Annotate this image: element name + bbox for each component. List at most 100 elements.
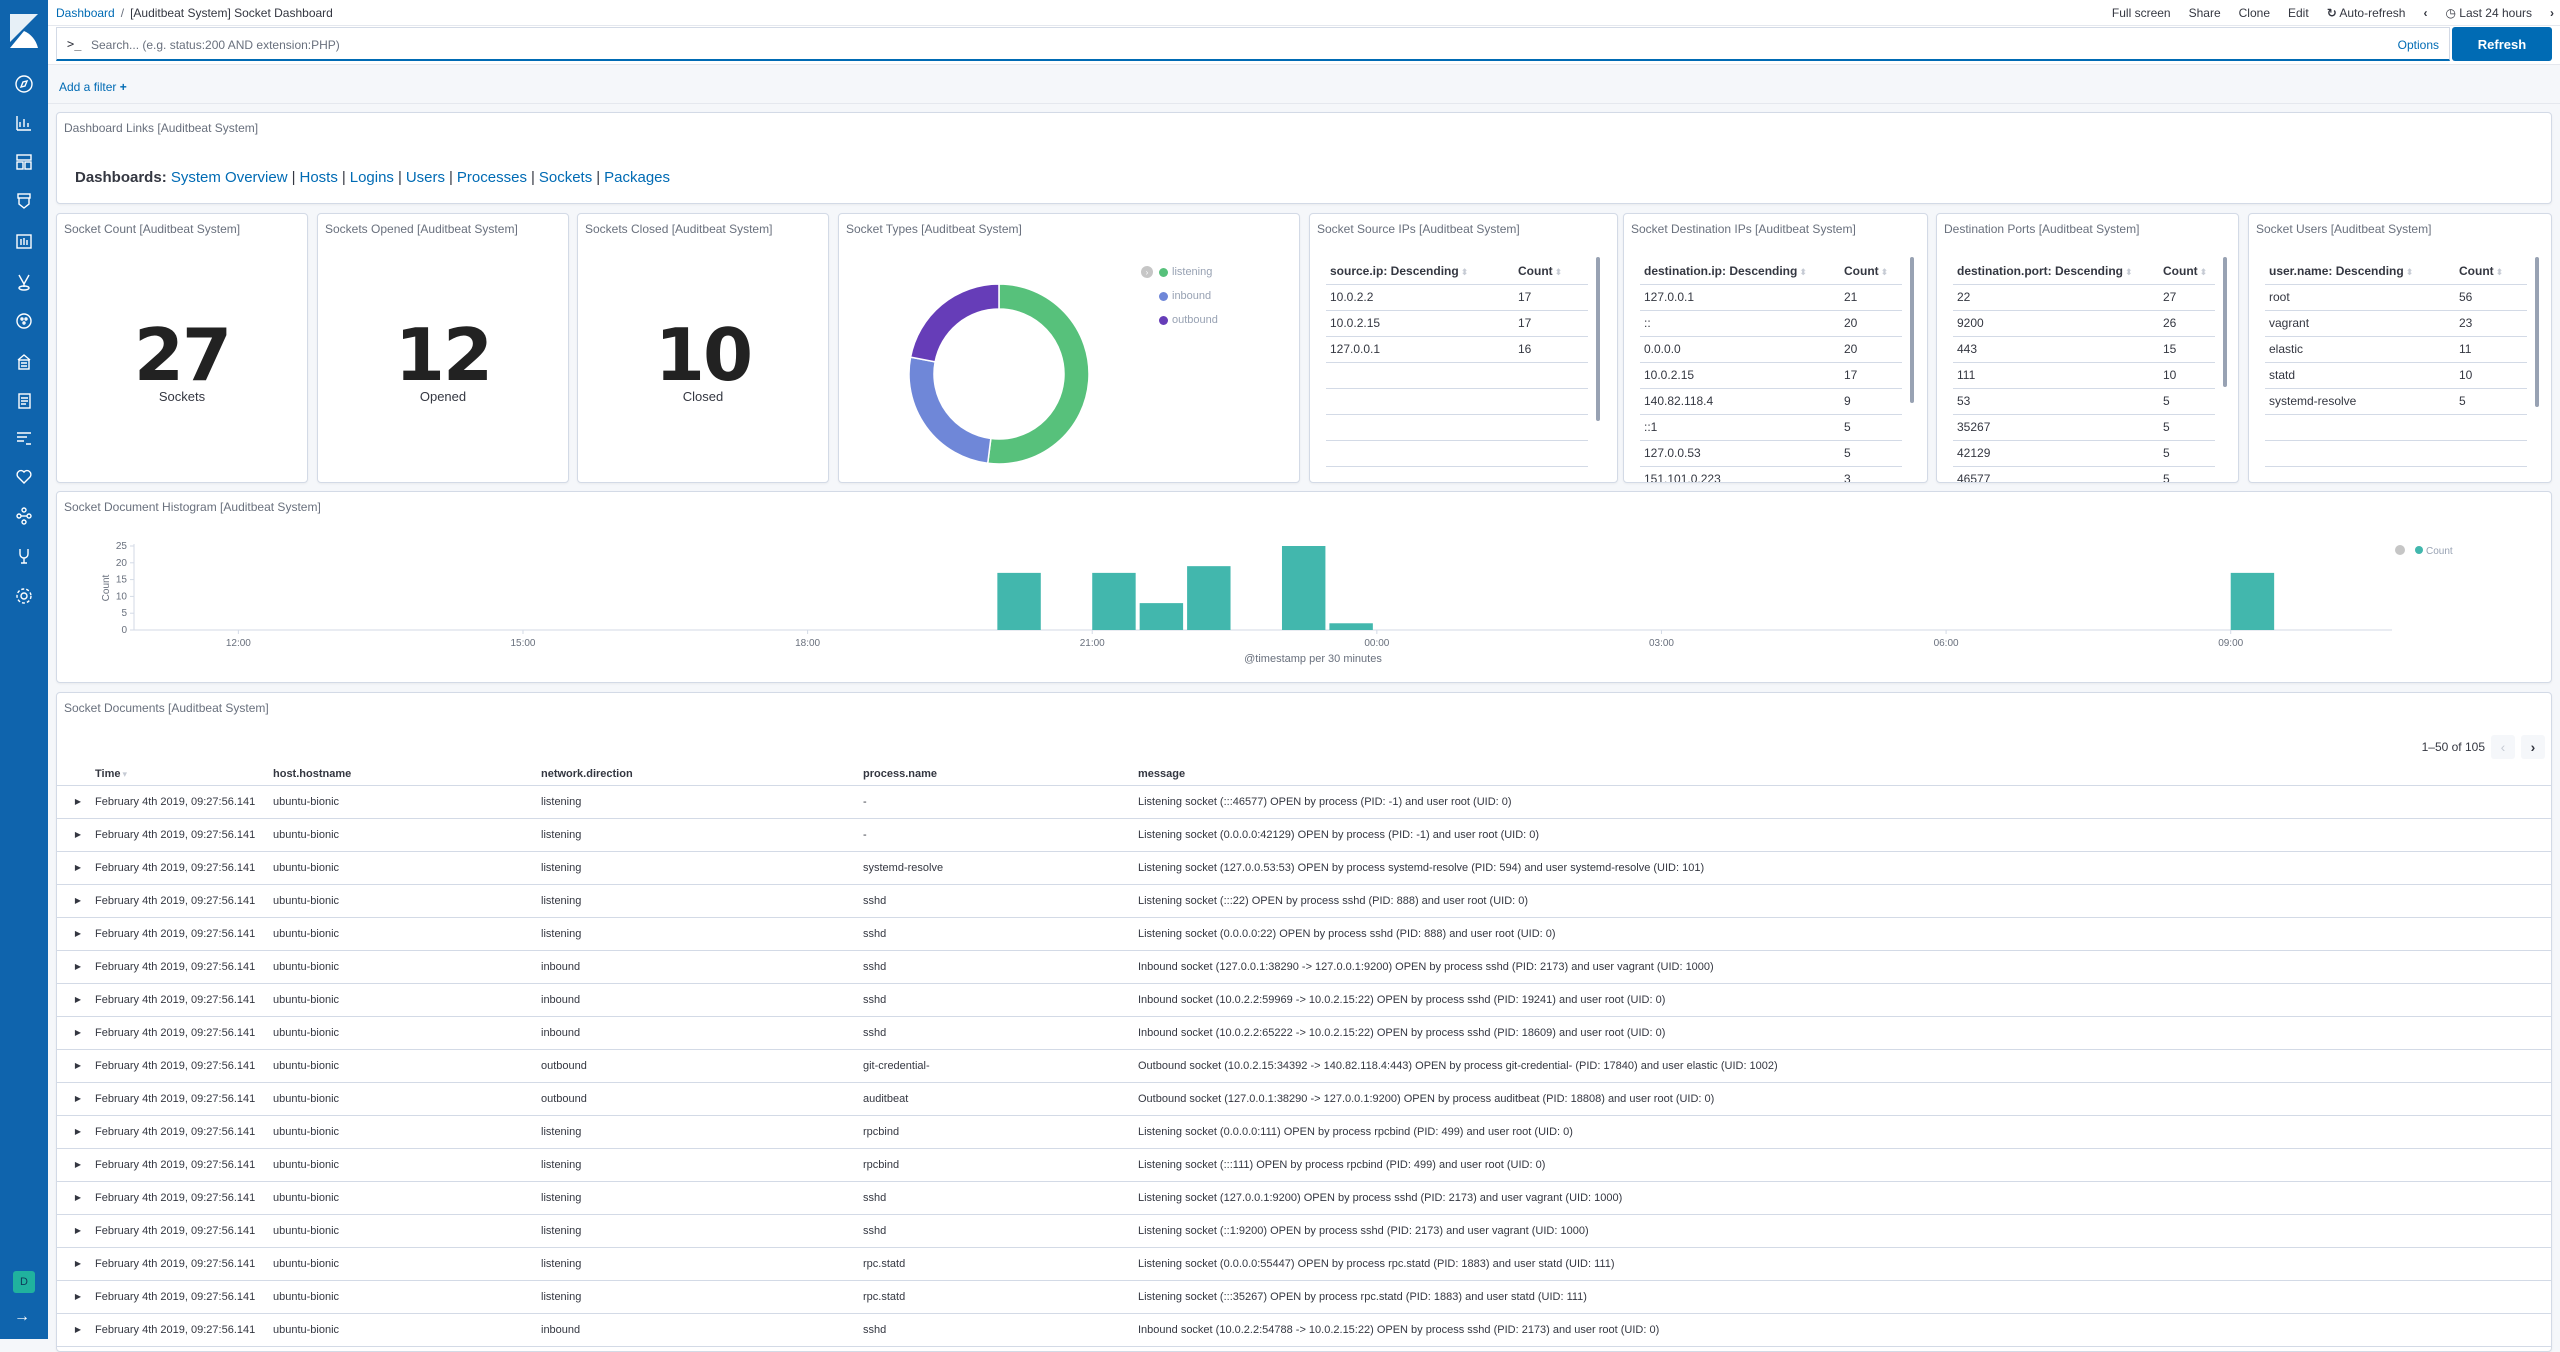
- sort-icon[interactable]: ⬍: [2125, 267, 2133, 277]
- column-header-count[interactable]: Count ⬍: [1514, 258, 1588, 285]
- dashboard-link-processes[interactable]: Processes: [457, 169, 527, 186]
- expand-row-icon[interactable]: ▶: [57, 983, 91, 1017]
- term-cell[interactable]: vagrant: [2265, 310, 2455, 337]
- dashboard-link-hosts[interactable]: Hosts: [299, 169, 337, 186]
- legend-label[interactable]: Count: [2426, 546, 2453, 557]
- dashboard-link-sockets[interactable]: Sockets: [539, 169, 592, 186]
- table-scrollbar[interactable]: [2535, 257, 2539, 407]
- column-header-count[interactable]: Count ⬍: [2159, 258, 2215, 285]
- sort-icon[interactable]: ▾: [122, 769, 127, 779]
- machine-learning-icon[interactable]: [12, 270, 36, 294]
- legend-toggle-icon[interactable]: [2395, 545, 2405, 555]
- column-header-term[interactable]: source.ip: Descending ⬍: [1326, 258, 1514, 285]
- term-cell[interactable]: ::1: [1640, 414, 1840, 441]
- logs-icon[interactable]: [12, 350, 36, 374]
- term-cell[interactable]: 10.0.2.2: [1326, 284, 1514, 311]
- term-cell[interactable]: [1326, 414, 1514, 441]
- term-cell[interactable]: 53: [1953, 388, 2159, 415]
- expand-row-icon[interactable]: ▶: [57, 1181, 91, 1215]
- graph-icon[interactable]: [12, 464, 36, 488]
- histogram-bar[interactable]: [1281, 546, 1326, 630]
- term-cell[interactable]: 22: [1953, 284, 2159, 311]
- term-cell[interactable]: 10.0.2.15: [1640, 362, 1840, 389]
- time-forward-button[interactable]: ›: [2550, 6, 2554, 20]
- canvas-icon[interactable]: [12, 189, 36, 213]
- term-cell[interactable]: statd: [2265, 362, 2455, 389]
- histogram-bar[interactable]: [1139, 603, 1184, 630]
- expand-row-icon[interactable]: ▶: [57, 1049, 91, 1083]
- expand-row-icon[interactable]: ▶: [57, 1214, 91, 1248]
- legend-toggle-icon[interactable]: ›: [1141, 266, 1153, 278]
- term-cell[interactable]: 10.0.2.15: [1326, 310, 1514, 337]
- discover-icon[interactable]: [12, 72, 36, 96]
- next-page-button[interactable]: ›: [2521, 735, 2545, 759]
- term-cell[interactable]: 140.82.118.4: [1640, 388, 1840, 415]
- donut-slice-inbound[interactable]: [908, 356, 992, 465]
- expand-row-icon[interactable]: ▶: [57, 851, 91, 885]
- term-cell[interactable]: [2265, 414, 2455, 441]
- term-cell[interactable]: 443: [1953, 336, 2159, 363]
- full-screen-button[interactable]: Full screen: [2112, 6, 2171, 20]
- time-picker-button[interactable]: ◷ Last 24 hours: [2445, 6, 2532, 20]
- monitoring-icon[interactable]: [12, 544, 36, 568]
- term-cell[interactable]: [1326, 440, 1514, 467]
- column-header-term[interactable]: destination.ip: Descending ⬍: [1640, 258, 1840, 285]
- donut-slice-outbound[interactable]: [909, 283, 1000, 363]
- auto-refresh-button[interactable]: ↻ Auto-refresh: [2327, 6, 2406, 20]
- expand-row-icon[interactable]: ▶: [57, 785, 91, 819]
- visualize-icon[interactable]: [12, 111, 36, 135]
- expand-nav-icon[interactable]: →: [14, 1308, 30, 1326]
- expand-row-icon[interactable]: ▶: [57, 1148, 91, 1182]
- column-header-process-name[interactable]: process.name: [859, 763, 1134, 786]
- histogram-bar[interactable]: [1187, 566, 1231, 630]
- term-cell[interactable]: elastic: [2265, 336, 2455, 363]
- term-cell[interactable]: 9200: [1953, 310, 2159, 337]
- expand-row-icon[interactable]: ▶: [57, 1082, 91, 1116]
- edit-button[interactable]: Edit: [2288, 6, 2309, 20]
- table-scrollbar[interactable]: [2223, 257, 2227, 387]
- term-cell[interactable]: 127.0.0.53: [1640, 440, 1840, 467]
- dashboard-icon[interactable]: [12, 150, 36, 174]
- uptime-icon[interactable]: [12, 426, 36, 450]
- table-scrollbar[interactable]: [1910, 257, 1914, 403]
- infrastructure-icon[interactable]: [12, 309, 36, 333]
- sort-icon[interactable]: ⬍: [2200, 267, 2208, 277]
- term-cell[interactable]: [2265, 440, 2455, 467]
- sort-icon[interactable]: ⬍: [1799, 267, 1807, 277]
- term-cell[interactable]: [1326, 388, 1514, 415]
- term-cell[interactable]: root: [2265, 284, 2455, 311]
- histogram-bar[interactable]: [997, 572, 1041, 630]
- term-cell[interactable]: 42129: [1953, 440, 2159, 467]
- term-cell[interactable]: systemd-resolve: [2265, 388, 2455, 415]
- expand-row-icon[interactable]: ▶: [57, 1247, 91, 1281]
- refresh-button[interactable]: Refresh: [2452, 27, 2552, 61]
- donut-slice-listening[interactable]: [986, 283, 1090, 465]
- dashboard-link-users[interactable]: Users: [406, 169, 445, 186]
- apm-icon[interactable]: [12, 389, 36, 413]
- expand-row-icon[interactable]: ▶: [57, 1016, 91, 1050]
- column-header-message[interactable]: message: [1134, 763, 2551, 786]
- add-filter-button[interactable]: Add a filter +: [59, 80, 127, 94]
- management-icon[interactable]: [12, 584, 36, 608]
- dev-tools-icon[interactable]: [12, 504, 36, 528]
- share-button[interactable]: Share: [2189, 6, 2221, 20]
- expand-row-icon[interactable]: ▶: [57, 950, 91, 984]
- maps-icon[interactable]: [12, 229, 36, 253]
- column-header-count[interactable]: Count ⬍: [1840, 258, 1902, 285]
- dashboard-link-system-overview[interactable]: System Overview: [171, 169, 288, 186]
- expand-row-icon[interactable]: ▶: [57, 818, 91, 852]
- term-cell[interactable]: [1326, 362, 1514, 389]
- histogram-bar[interactable]: [1329, 623, 1373, 630]
- histogram-bar[interactable]: [2230, 572, 2275, 630]
- term-cell[interactable]: 46577: [1953, 466, 2159, 482]
- expand-row-icon[interactable]: ▶: [57, 917, 91, 951]
- expand-row-icon[interactable]: ▶: [57, 1115, 91, 1149]
- time-back-button[interactable]: ‹: [2423, 6, 2427, 20]
- legend-item-inbound[interactable]: inbound: [1141, 284, 1218, 308]
- term-cell[interactable]: 0.0.0.0: [1640, 336, 1840, 363]
- legend-item-listening[interactable]: › listening: [1141, 260, 1218, 284]
- histogram-bar[interactable]: [1092, 572, 1136, 630]
- search-input[interactable]: [91, 35, 1391, 55]
- column-header-host-hostname[interactable]: host.hostname: [269, 763, 537, 786]
- term-cell[interactable]: 111: [1953, 362, 2159, 389]
